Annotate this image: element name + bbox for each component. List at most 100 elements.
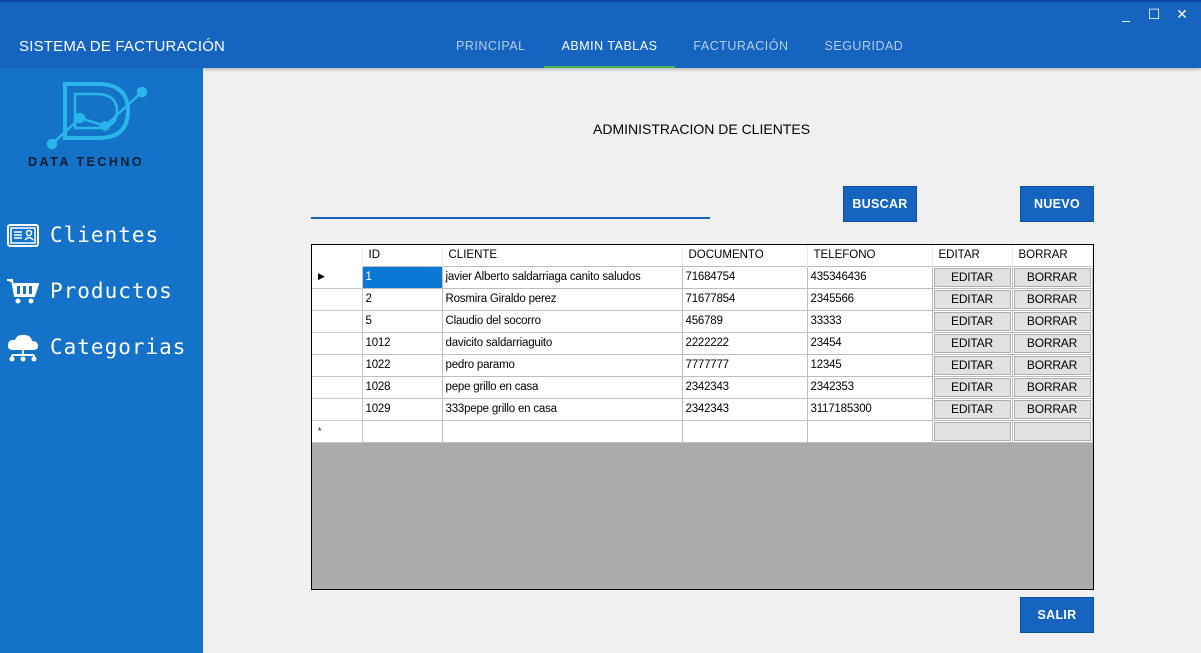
cell-cliente[interactable]: 333pepe grillo en casa	[441, 397, 683, 421]
sidebar-item-label: Productos	[50, 279, 173, 303]
main-content: ADMINISTRACION DE CLIENTES BUSCAR NUEVO …	[203, 68, 1201, 653]
current-row-indicator[interactable]: ▶	[312, 266, 363, 289]
cell-documento[interactable]: 2342343	[681, 397, 808, 421]
cell-documento[interactable]: 2222222	[681, 331, 808, 355]
edit-button[interactable]: EDITAR	[933, 311, 1011, 331]
cell-borrar: BORRAR	[1011, 353, 1093, 377]
row-header[interactable]	[312, 332, 363, 355]
cell-telefono[interactable]: 12345	[806, 353, 933, 377]
cell-borrar: BORRAR	[1011, 287, 1093, 311]
cell-telefono[interactable]: 33333	[806, 309, 933, 333]
column-header-cliente[interactable]: CLIENTE	[442, 245, 683, 266]
row-header[interactable]	[312, 354, 363, 377]
table-row[interactable]: ▶ 1 javier Alberto saldarriaga canito sa…	[312, 265, 1093, 289]
cell-editar: EDITAR	[931, 397, 1013, 421]
column-header-id[interactable]: ID	[362, 245, 443, 266]
sidebar-item-productos[interactable]: Productos	[6, 276, 173, 306]
sidebar-item-label: Categorias	[50, 335, 187, 359]
cell-cliente[interactable]: javier Alberto saldarriaga canito saludo…	[441, 265, 683, 289]
column-header-editar[interactable]: EDITAR	[932, 245, 1013, 266]
cell-telefono[interactable]: 3117185300	[806, 397, 933, 421]
cell-cliente[interactable]: davicito saldarriaguito	[441, 331, 683, 355]
cell-editar: EDITAR	[931, 309, 1013, 333]
cell-id[interactable]: 1029	[361, 397, 443, 421]
cell-id[interactable]	[361, 419, 443, 443]
cell-editar: EDITAR	[931, 353, 1013, 377]
salir-button[interactable]: SALIR	[1020, 597, 1094, 633]
cell-id[interactable]: 2	[361, 287, 443, 311]
delete-button[interactable]: BORRAR	[1013, 377, 1091, 397]
cell-documento[interactable]: 71684754	[681, 265, 808, 289]
cell-documento[interactable]: 2342343	[681, 375, 808, 399]
nuevo-button[interactable]: NUEVO	[1020, 186, 1094, 222]
edit-button[interactable]: EDITAR	[933, 355, 1011, 375]
delete-button[interactable]: BORRAR	[1013, 311, 1091, 331]
cell-documento[interactable]: 7777777	[681, 353, 808, 377]
delete-button[interactable]: BORRAR	[1013, 267, 1091, 287]
sidebar-item-clientes[interactable]: Clientes	[6, 220, 159, 250]
cell-telefono[interactable]	[806, 419, 933, 443]
column-header-telefono[interactable]: TELEFONO	[807, 245, 933, 266]
table-row[interactable]: 2 Rosmira Giraldo perez 71677854 2345566…	[312, 287, 1093, 311]
cell-id[interactable]: 1	[361, 265, 443, 289]
cell-borrar: BORRAR	[1011, 331, 1093, 355]
table-row[interactable]: 1029 333pepe grillo en casa 2342343 3117…	[312, 397, 1093, 421]
buscar-button[interactable]: BUSCAR	[843, 186, 917, 222]
table-row[interactable]: 1028 pepe grillo en casa 2342343 2342353…	[312, 375, 1093, 399]
cell-documento[interactable]: 456789	[681, 309, 808, 333]
cell-documento[interactable]	[681, 419, 808, 443]
data-techno-logo	[46, 82, 148, 150]
row-header[interactable]	[312, 376, 363, 399]
cloud-network-icon	[7, 334, 38, 362]
delete-button[interactable]	[1013, 421, 1091, 441]
search-input[interactable]	[311, 193, 710, 219]
tab-facturacion[interactable]: FACTURACIÓN	[675, 28, 806, 68]
delete-button[interactable]: BORRAR	[1013, 399, 1091, 419]
window-controls: _ ☐ ✕	[1119, 6, 1189, 23]
cell-cliente[interactable]	[441, 419, 683, 443]
edit-button[interactable]: EDITAR	[933, 377, 1011, 397]
tab-admin-tablas[interactable]: ABMIN TABLAS	[543, 28, 676, 68]
table-row[interactable]: 1022 pedro paramo 7777777 12345 EDITAR B…	[312, 353, 1093, 377]
edit-button[interactable]: EDITAR	[933, 399, 1011, 419]
cell-telefono[interactable]: 435346436	[806, 265, 933, 289]
column-header-borrar[interactable]: BORRAR	[1012, 245, 1093, 266]
clients-grid[interactable]: ID CLIENTE DOCUMENTO TELEFONO EDITAR BOR…	[311, 244, 1094, 590]
delete-button[interactable]: BORRAR	[1013, 333, 1091, 353]
cell-id[interactable]: 1012	[361, 331, 443, 355]
close-icon[interactable]: ✕	[1175, 6, 1189, 23]
table-row[interactable]: 1012 davicito saldarriaguito 2222222 234…	[312, 331, 1093, 355]
cell-borrar	[1011, 419, 1093, 443]
cell-id[interactable]: 1022	[361, 353, 443, 377]
cell-telefono[interactable]: 23454	[806, 331, 933, 355]
cell-id[interactable]: 5	[361, 309, 443, 333]
new-row[interactable]: *	[312, 419, 1093, 443]
cell-id[interactable]: 1028	[361, 375, 443, 399]
delete-button[interactable]: BORRAR	[1013, 355, 1091, 375]
tab-seguridad[interactable]: SEGURIDAD	[807, 28, 922, 68]
cell-cliente[interactable]: pedro paramo	[441, 353, 683, 377]
row-header[interactable]	[312, 288, 363, 311]
new-row-indicator[interactable]: *	[312, 420, 363, 443]
delete-button[interactable]: BORRAR	[1013, 289, 1091, 309]
row-header-corner	[312, 245, 363, 266]
cell-borrar: BORRAR	[1011, 375, 1093, 399]
cell-cliente[interactable]: pepe grillo en casa	[441, 375, 683, 399]
edit-button[interactable]	[933, 421, 1011, 441]
cell-cliente[interactable]: Rosmira Giraldo perez	[441, 287, 683, 311]
tab-principal[interactable]: PRINCIPAL	[438, 28, 544, 68]
edit-button[interactable]: EDITAR	[933, 289, 1011, 309]
edit-button[interactable]: EDITAR	[933, 333, 1011, 353]
cell-cliente[interactable]: Claudio del socorro	[441, 309, 683, 333]
column-header-documento[interactable]: DOCUMENTO	[682, 245, 808, 266]
cell-documento[interactable]: 71677854	[681, 287, 808, 311]
row-header[interactable]	[312, 310, 363, 333]
cell-telefono[interactable]: 2345566	[806, 287, 933, 311]
row-header[interactable]	[312, 398, 363, 421]
maximize-icon[interactable]: ☐	[1147, 6, 1161, 23]
minimize-icon[interactable]: _	[1119, 6, 1133, 23]
table-row[interactable]: 5 Claudio del socorro 456789 33333 EDITA…	[312, 309, 1093, 333]
sidebar-item-categorias[interactable]: Categorias	[6, 332, 186, 362]
cell-telefono[interactable]: 2342353	[806, 375, 933, 399]
edit-button[interactable]: EDITAR	[933, 267, 1011, 287]
